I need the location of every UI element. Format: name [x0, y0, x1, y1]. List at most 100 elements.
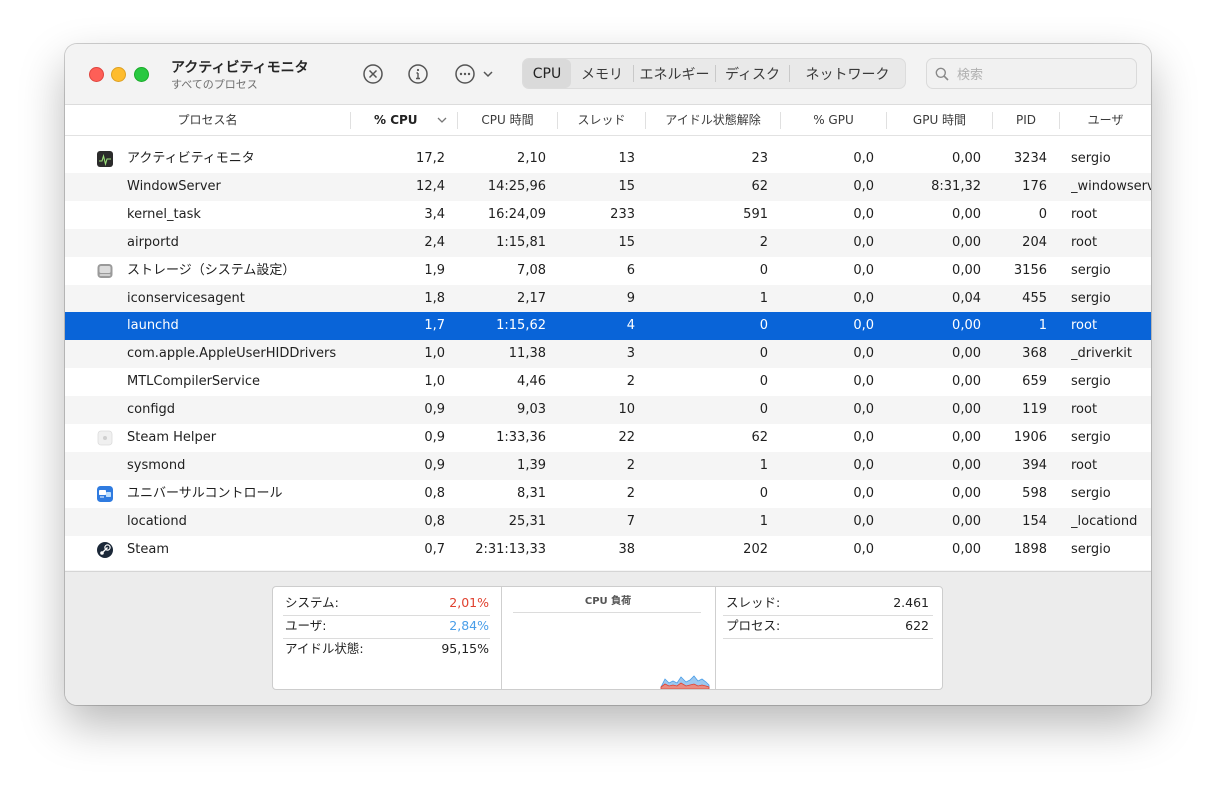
tab-disk[interactable]: ディスク	[716, 59, 789, 88]
table-row[interactable]: iconservicesagent 1,8 2,17 9 1 0,0 0,04 455 serg…	[65, 284, 1151, 313]
gpu-percent-cell: 0,0	[853, 457, 874, 473]
close-window-button[interactable]	[89, 67, 104, 82]
idle-wakeups-cell: 62	[751, 178, 768, 194]
cpu-time-cell: 8,31	[517, 485, 546, 501]
cpu-time-cell: 1:15,81	[496, 234, 546, 250]
table-row[interactable]: com.apple.AppleUserHIDDrivers 1,0 11,38 3 0 0…	[65, 340, 1151, 369]
gpu-time-cell: 0,00	[952, 374, 981, 390]
search-field[interactable]	[926, 58, 1137, 89]
divider	[723, 638, 933, 639]
system-label: システム:	[285, 595, 339, 610]
idle-wakeups-cell: 0	[759, 402, 768, 418]
tab-memory[interactable]: メモリ	[571, 59, 633, 88]
process-name-cell: launchd	[127, 318, 179, 334]
table-header: プロセス名 % CPU CPU 時間 スレッド アイドル状態解除 % GPU G…	[65, 105, 1151, 136]
gpu-percent-cell: 0,0	[853, 513, 874, 529]
table-row[interactable]: MTLCompilerService 1,0 4,46 2 0 0,0 0,00 659 ser…	[65, 368, 1151, 396]
threads-cell: 13	[618, 151, 635, 166]
threads-label: スレッド:	[726, 595, 781, 610]
user-cell: root	[1071, 402, 1098, 418]
idle-wakeups-cell: 23	[751, 151, 768, 166]
tab-energy[interactable]: エネルギー	[634, 59, 715, 88]
user-cell: sergio	[1071, 290, 1111, 306]
column-header-process-name[interactable]: プロセス名	[65, 105, 350, 135]
table-row[interactable]: WindowServer 12,4 14:25,96 15 62 0,0 8:31,32 17…	[65, 172, 1151, 201]
minimize-window-button[interactable]	[111, 67, 126, 82]
gpu-time-cell: 0,00	[952, 262, 981, 278]
info-circle-icon	[408, 64, 428, 84]
table-row[interactable]: ストレージ（システム設定） 1,9 7,08 6 0 0,0 0,00 3156 sergio	[65, 257, 1151, 285]
sort-descending-icon[interactable]	[437, 117, 447, 124]
cpu-percent-cell: 0,8	[424, 485, 445, 501]
user-cell: sergio	[1071, 374, 1111, 390]
cpu-time-cell: 1:15,62	[496, 318, 546, 334]
tab-cpu[interactable]: CPU	[523, 59, 571, 88]
column-header-cpu-time[interactable]: CPU 時間	[458, 105, 557, 135]
user-cell: root	[1071, 457, 1098, 473]
pid-cell: 3234	[1013, 151, 1047, 166]
window-title: アクティビティモニタ	[171, 60, 309, 76]
column-header-gpu-percent[interactable]: % GPU	[781, 105, 886, 135]
table-row[interactable]: airportd 2,4 1:15,81 15 2 0,0 0,00 204 root	[65, 228, 1151, 257]
column-header-user[interactable]: ユーザ	[1060, 105, 1151, 135]
table-row[interactable]: locationd 0,8 25,31 7 1 0,0 0,00 154 _locationd	[65, 507, 1151, 536]
idle-wakeups-cell: 1	[759, 513, 768, 529]
cpu-time-cell: 11,38	[508, 346, 546, 362]
system-value: 2,01%	[449, 595, 489, 610]
table-row[interactable]: アクティビティモニタ 17,2 2,10 13 23 0,0 0,00 3234 sergio	[65, 145, 1151, 173]
cpu-percent-cell: 1,7	[424, 318, 445, 334]
idle-wakeups-cell: 0	[759, 374, 768, 390]
threads-cell: 2	[626, 485, 635, 501]
table-row[interactable]: kernel_task 3,4 16:24,09 233 591 0,0 0,00 0 root	[65, 201, 1151, 229]
gpu-percent-cell: 0,0	[853, 346, 874, 362]
idle-wakeups-cell: 62	[751, 430, 768, 445]
gpu-percent-cell: 0,0	[853, 374, 874, 390]
column-header-idle-wakeups[interactable]: アイドル状態解除	[646, 105, 780, 135]
x-circle-icon	[363, 64, 383, 84]
cpu-percent-cell: 12,4	[416, 178, 445, 194]
column-header-gpu-time[interactable]: GPU 時間	[887, 105, 992, 135]
threads-cell: 7	[626, 513, 635, 529]
table-row[interactable]: Steam Helper 0,9 1:33,36 22 62 0,0 0,00 1906 ser…	[65, 424, 1151, 452]
steam-icon	[96, 541, 114, 559]
cpu-load-title: CPU 負荷	[584, 596, 632, 607]
column-header-pid[interactable]: PID	[993, 105, 1059, 135]
column-header-cpu-percent[interactable]: % CPU	[374, 105, 418, 135]
cpu-time-cell: 7,08	[517, 262, 546, 278]
column-divider	[350, 112, 351, 129]
cpu-time-cell: 4,46	[517, 374, 546, 390]
tab-network[interactable]: ネットワーク	[790, 59, 905, 88]
table-row[interactable]: Steam 0,7 2:31:13,33 38 202 0,0 0,00 1898 sergio	[65, 536, 1151, 564]
idle-wakeups-cell: 2	[759, 234, 768, 250]
info-button[interactable]	[407, 63, 429, 85]
table-row[interactable]: ユニバーサルコントロール 0,8 8,31 2 0 0,0 0,00 598 sergio	[65, 480, 1151, 508]
user-cell: sergio	[1071, 541, 1111, 557]
idle-label: アイドル状態:	[285, 641, 364, 656]
process-name-cell: MTLCompilerService	[127, 374, 260, 390]
gpu-percent-cell: 0,0	[853, 178, 874, 194]
more-actions-button[interactable]	[454, 63, 496, 85]
cpu-percent-cell: 1,0	[424, 374, 445, 390]
pid-cell: 659	[1022, 374, 1047, 390]
table-row[interactable]: configd 0,9 9,03 10 0 0,0 0,00 119 root	[65, 396, 1151, 425]
idle-wakeups-cell: 202	[743, 541, 768, 557]
zoom-window-button[interactable]	[134, 67, 149, 82]
gpu-time-cell: 0,00	[952, 485, 981, 501]
column-header-threads[interactable]: スレッド	[558, 105, 645, 135]
table-row[interactable]: launchd 1,7 1:15,62 4 0 0,0 0,00 1 root	[65, 312, 1151, 341]
process-name-cell: Steam Helper	[127, 430, 217, 445]
pid-cell: 1906	[1013, 430, 1047, 445]
panel-divider	[715, 587, 716, 689]
table-row[interactable]: sysmond 0,9 1,39 2 1 0,0 0,00 394 root	[65, 451, 1151, 480]
threads-cell: 2	[626, 374, 635, 390]
process-table: プロセス名 % CPU CPU 時間 スレッド アイドル状態解除 % GPU G…	[65, 105, 1151, 570]
process-name-cell: configd	[127, 402, 176, 418]
window-subtitle: すべてのプロセス	[171, 78, 258, 91]
cpu-percent-cell: 1,9	[424, 262, 445, 278]
pid-cell: 3156	[1013, 262, 1047, 278]
search-input[interactable]	[955, 64, 1129, 86]
stop-process-button[interactable]	[362, 63, 384, 85]
graph-baseline-top	[513, 612, 701, 613]
process-name-cell: sysmond	[127, 457, 186, 473]
gpu-percent-cell: 0,0	[853, 151, 874, 166]
